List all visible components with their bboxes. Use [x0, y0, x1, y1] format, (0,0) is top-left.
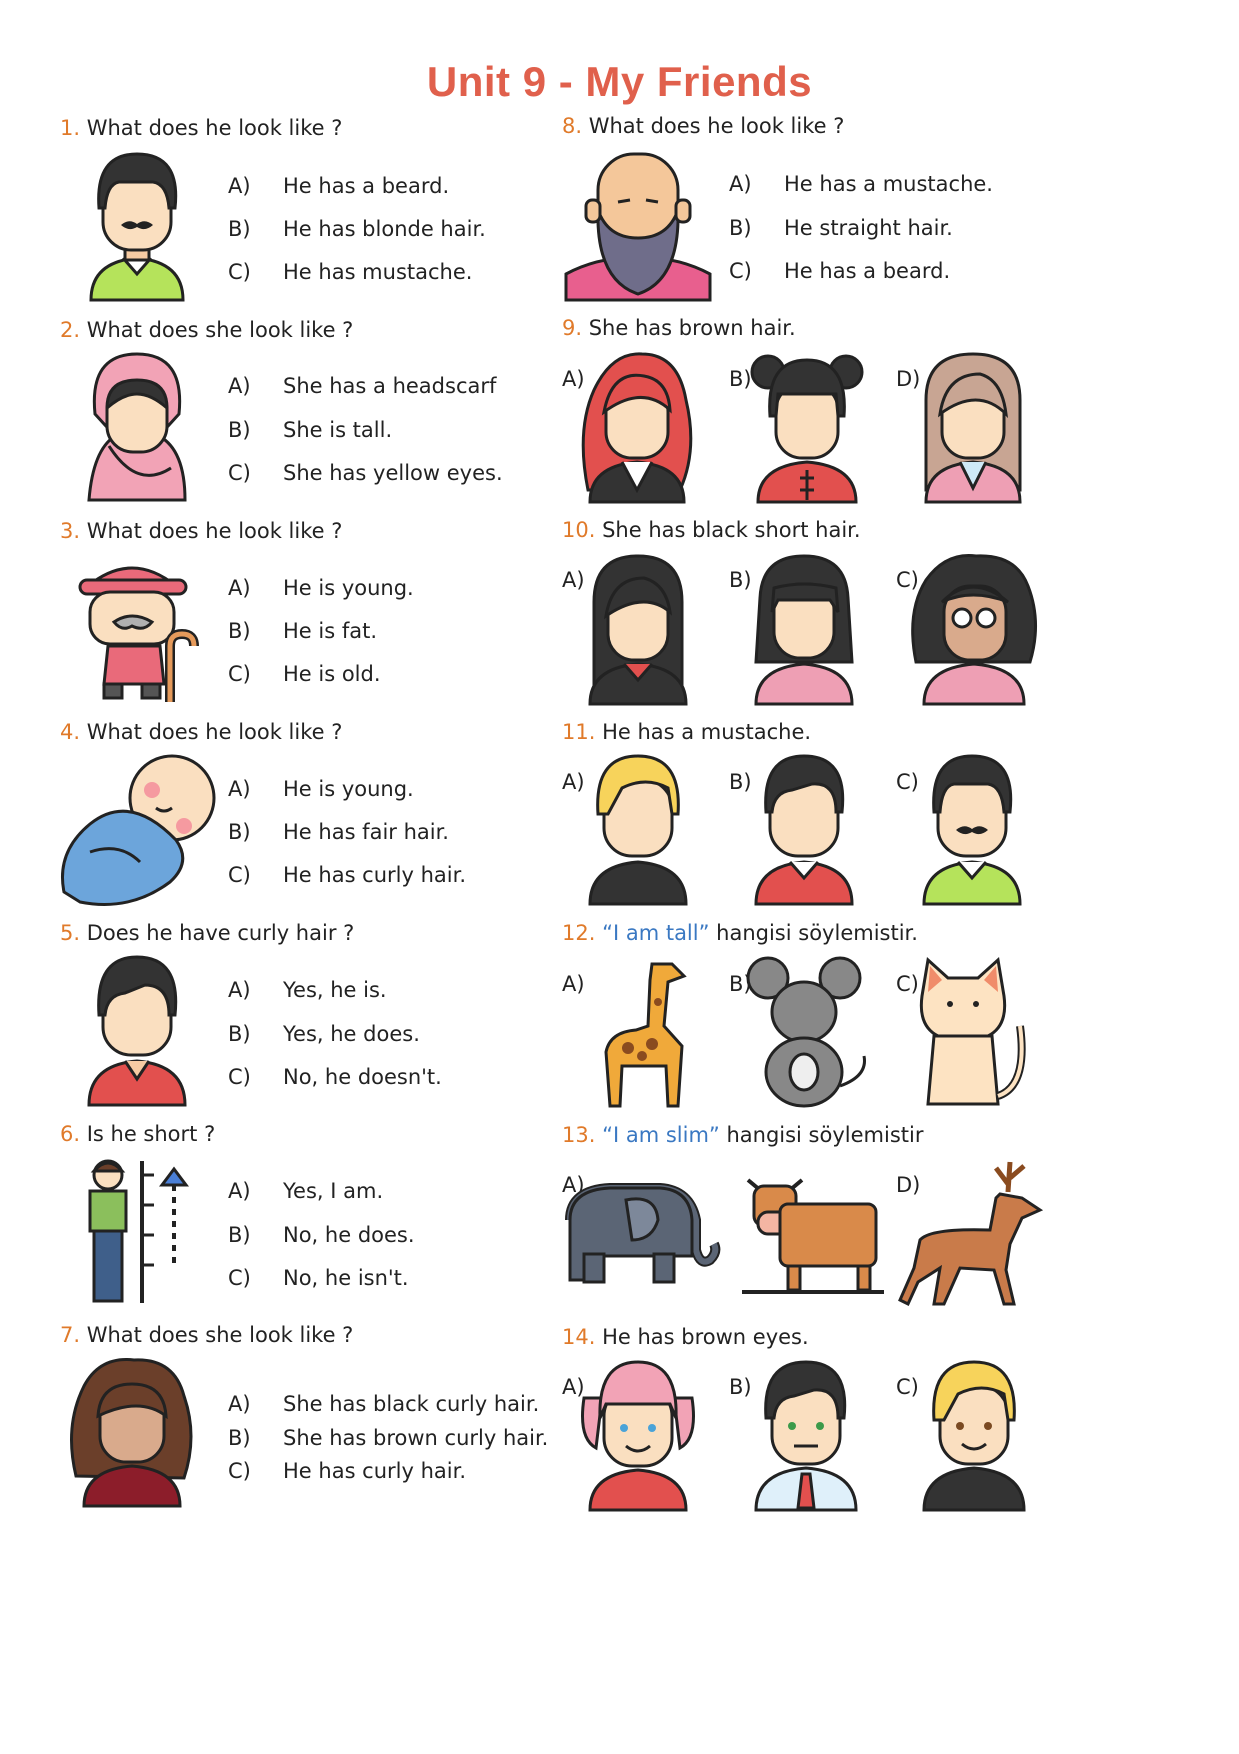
question-3: 3. What does he look like ? — [60, 519, 343, 543]
q5-option-c[interactable]: C) No, he doesn't. — [228, 1065, 442, 1089]
q10-label-b[interactable]: B) — [729, 568, 752, 592]
deer-icon — [898, 1161, 1044, 1307]
cat-icon — [919, 957, 1026, 1106]
bald-bearded-man-icon — [564, 152, 712, 302]
q14-label-b[interactable]: B) — [729, 1375, 752, 1399]
question-2: 2. What does she look like ? — [60, 318, 354, 342]
question-8: 8. What does he look like ? — [562, 114, 845, 138]
man-blonde-brown-eyes-icon — [922, 1360, 1026, 1512]
q1-option-c[interactable]: C) He has mustache. — [228, 260, 472, 284]
q12-label-a[interactable]: A) — [562, 972, 585, 996]
q8-option-b[interactable]: B) He straight hair. — [729, 216, 953, 240]
q8-option-a[interactable]: A) He has a mustache. — [729, 172, 993, 196]
elephant-icon — [565, 1183, 721, 1284]
question-7: 7. What does she look like ? — [60, 1323, 354, 1347]
woman-headscarf-icon — [87, 352, 187, 502]
q6-option-b[interactable]: B) No, he does. — [228, 1223, 415, 1247]
old-man-cane-icon — [78, 566, 199, 702]
q11-label-b[interactable]: B) — [729, 770, 752, 794]
man-height-chart-icon — [88, 1159, 189, 1303]
woman-red-hair-icon — [581, 352, 693, 504]
q9-label-b[interactable]: B) — [729, 367, 752, 391]
man-green-eyes-icon — [754, 1360, 858, 1512]
q5-option-a[interactable]: A) Yes, he is. — [228, 978, 387, 1002]
q2-option-a[interactable]: A) She has a headscarf — [228, 374, 496, 398]
q2-option-c[interactable]: C) She has yellow eyes. — [228, 461, 503, 485]
q4-option-b[interactable]: B) He has fair hair. — [228, 820, 449, 844]
q2-option-b[interactable]: B) She is tall. — [228, 418, 392, 442]
q1-option-b[interactable]: B) He has blonde hair. — [228, 217, 486, 241]
q6-option-c[interactable]: C) No, he isn't. — [228, 1266, 409, 1290]
woman-curly-glasses-icon — [911, 554, 1038, 706]
mouse-icon — [746, 956, 866, 1108]
cow-icon — [742, 1178, 884, 1294]
question-5: 5. Does he have curly hair ? — [60, 921, 355, 945]
q7-option-a[interactable]: A) She has black curly hair. — [228, 1392, 539, 1416]
woman-curly-hair-icon — [70, 1358, 193, 1508]
giraffe-icon — [604, 962, 687, 1108]
man-mustache-icon — [89, 152, 185, 302]
question-9: 9. She has brown hair. — [562, 316, 796, 340]
question-12: 12. “I am tall” hangisi söylemistir. — [562, 921, 918, 945]
q4-option-c[interactable]: C) He has curly hair. — [228, 863, 466, 887]
question-14: 14. He has brown eyes. — [562, 1325, 809, 1349]
baby-blanket-icon — [61, 754, 216, 906]
q3-option-c[interactable]: C) He is old. — [228, 662, 381, 686]
man-blonde-icon — [588, 754, 688, 906]
question-13: 13. “I am slim” hangisi söylemistir — [562, 1123, 924, 1147]
q5-option-b[interactable]: B) Yes, he does. — [228, 1022, 420, 1046]
q7-option-b[interactable]: B) She has brown curly hair. — [228, 1426, 548, 1450]
q11-label-a[interactable]: A) — [562, 770, 585, 794]
woman-long-black-hair-icon — [588, 554, 688, 706]
q6-option-a[interactable]: A) Yes, I am. — [228, 1179, 383, 1203]
q1-option-a[interactable]: A) He has a beard. — [228, 174, 449, 198]
q7-option-c[interactable]: C) He has curly hair. — [228, 1459, 466, 1483]
q8-option-c[interactable]: C) He has a beard. — [729, 259, 950, 283]
question-1: 1. What does he look like ? — [60, 116, 343, 140]
question-11: 11. He has a mustache. — [562, 720, 812, 744]
girl-pink-pigtails-icon — [581, 1360, 695, 1512]
man-black-hair-icon — [754, 754, 854, 906]
question-6: 6. Is he short ? — [60, 1122, 216, 1146]
q3-option-a[interactable]: A) He is young. — [228, 576, 414, 600]
page-title: Unit 9 - My Friends — [426, 58, 813, 105]
man-mustache-icon — [922, 754, 1022, 906]
question-10: 10. She has black short hair. — [562, 518, 861, 542]
woman-brown-hair-icon — [924, 352, 1022, 504]
q9-label-d[interactable]: D) — [896, 367, 920, 391]
question-4: 4. What does he look like ? — [60, 720, 343, 744]
q4-option-a[interactable]: A) He is young. — [228, 777, 414, 801]
q14-label-c[interactable]: C) — [896, 1375, 919, 1399]
boy-red-shirt-icon — [87, 955, 187, 1107]
q11-label-c[interactable]: C) — [896, 770, 919, 794]
woman-black-buns-icon — [750, 354, 864, 504]
woman-short-black-hair-icon — [754, 554, 854, 706]
q10-label-a[interactable]: A) — [562, 568, 585, 592]
q3-option-b[interactable]: B) He is fat. — [228, 619, 377, 643]
